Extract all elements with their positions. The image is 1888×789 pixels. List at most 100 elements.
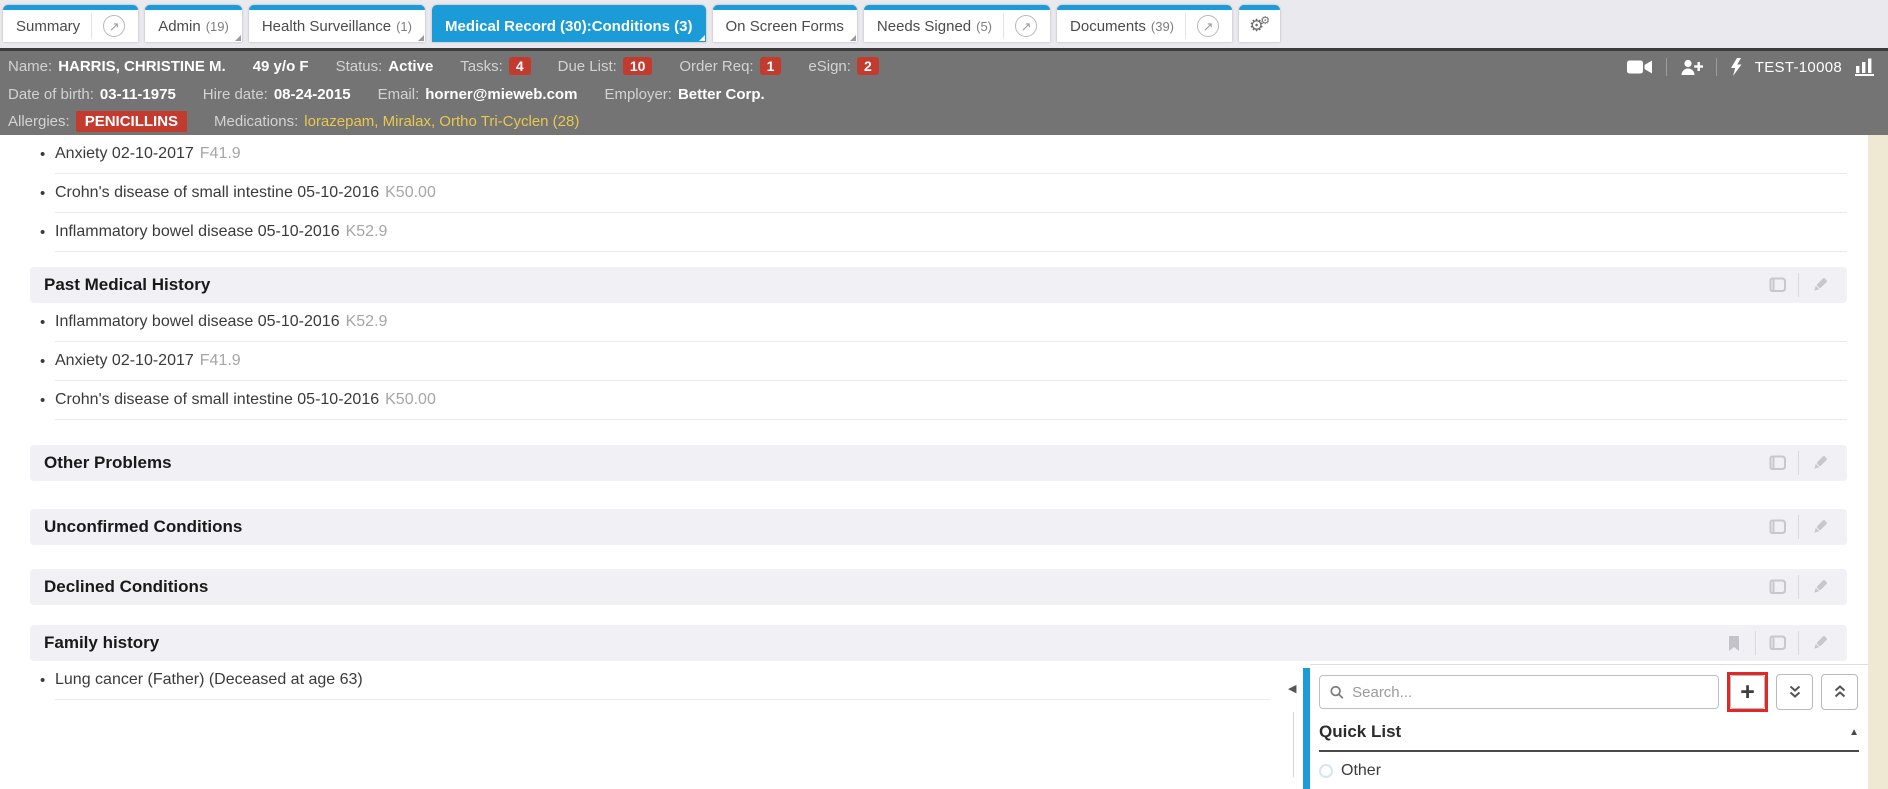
tab-dropdown-fold-icon [235, 35, 241, 41]
tab-divider [1185, 13, 1186, 39]
condition-item: Anxiety 02-10-2017 F41.9 [55, 342, 1847, 381]
condition-code: K50.00 [385, 184, 436, 202]
esign-count-badge[interactable]: 2 [857, 57, 879, 75]
patient-email: horner@mieweb.com [425, 86, 577, 103]
tasks-label: Tasks: [460, 58, 503, 75]
tab-health-surveillance[interactable]: Health Surveillance (1) [249, 5, 425, 42]
edit-pencil-icon[interactable] [1799, 450, 1841, 476]
patient-name: HARRIS, CHRISTINE M. [58, 58, 226, 75]
due-list-count-badge[interactable]: 10 [623, 57, 653, 75]
condition-link[interactable]: Crohn's disease of small intestine 05-10… [55, 184, 379, 202]
condition-code: K52.9 [346, 313, 388, 331]
tab-documents[interactable]: Documents (39) ↗ [1057, 5, 1232, 42]
edit-pencil-icon[interactable] [1799, 514, 1841, 540]
encounters-book-icon[interactable] [1756, 450, 1798, 476]
video-call-icon[interactable] [1627, 59, 1653, 75]
due-list-label: Due List: [558, 58, 617, 75]
search-input[interactable] [1352, 684, 1708, 701]
tasks-count-badge[interactable]: 4 [509, 57, 531, 75]
active-conditions-list: Anxiety 02-10-2017 F41.9 Crohn's disease… [55, 135, 1847, 252]
patient-age-sex: 49 y/o F [253, 58, 309, 75]
flowsheet-chart-icon[interactable] [1855, 58, 1874, 76]
add-condition-button[interactable]: + [1730, 675, 1765, 709]
tab-dropdown-fold-icon [850, 35, 856, 41]
condition-code: K50.00 [385, 391, 436, 409]
panel-collapse-left-icon[interactable]: ◀ [1288, 682, 1296, 695]
tab-health-surveillance-label: Health Surveillance [262, 18, 391, 35]
tab-dropdown-fold-icon [699, 35, 705, 41]
section-family-history: Family history [30, 625, 1847, 661]
condition-item: Crohn's disease of small intestine 05-10… [55, 174, 1847, 213]
tab-needs-signed[interactable]: Needs Signed (5) ↗ [864, 5, 1050, 42]
tab-count: (1) [396, 19, 412, 34]
tab-admin[interactable]: Admin (19) [145, 5, 242, 42]
tab-count: (5) [976, 19, 992, 34]
condition-code: F41.9 [200, 352, 241, 370]
condition-code: F41.9 [200, 145, 241, 163]
condition-link[interactable]: Anxiety 02-10-2017 [55, 145, 194, 163]
section-title: Family history [44, 633, 159, 653]
patient-header-bar: Name: HARRIS, CHRISTINE M. 49 y/o F Stat… [0, 51, 1888, 135]
tab-on-screen-forms[interactable]: On Screen Forms [713, 5, 857, 42]
lightning-icon[interactable] [1730, 58, 1742, 76]
order-req-count-badge[interactable]: 1 [760, 57, 782, 75]
family-history-item: Lung cancer (Father) (Deceased at age 63… [55, 661, 1270, 700]
add-user-icon[interactable] [1680, 59, 1703, 76]
encounters-book-icon[interactable] [1756, 630, 1798, 656]
encounters-book-icon[interactable] [1756, 272, 1798, 298]
section-past-medical-history: Past Medical History [30, 267, 1847, 303]
condition-code: K52.9 [346, 223, 388, 241]
condition-link[interactable]: Inflammatory bowel disease 05-10-2016 [55, 223, 340, 241]
condition-link[interactable]: Lung cancer (Father) (Deceased at age 63… [55, 671, 363, 689]
section-title: Other Problems [44, 453, 172, 473]
medications-links[interactable]: lorazepam, Miralax, Ortho Tri-Cyclen (28… [304, 113, 579, 130]
side-strip [1868, 135, 1888, 789]
radio-icon[interactable] [1319, 764, 1333, 778]
tab-on-screen-forms-label: On Screen Forms [726, 18, 844, 35]
tab-needs-signed-label: Needs Signed [877, 18, 971, 35]
divider [1716, 58, 1717, 76]
divider [1666, 58, 1667, 76]
tab-admin-label: Admin [158, 18, 201, 35]
search-icon [1330, 685, 1344, 700]
encounters-book-icon[interactable] [1756, 514, 1798, 540]
tab-divider [91, 13, 92, 39]
tab-summary[interactable]: Summary ↗ [3, 5, 138, 42]
popout-icon[interactable]: ↗ [1015, 15, 1037, 37]
collapse-triangle-icon[interactable]: ▲ [1849, 727, 1859, 738]
condition-link[interactable]: Anxiety 02-10-2017 [55, 352, 194, 370]
condition-link[interactable]: Crohn's disease of small intestine 05-10… [55, 391, 379, 409]
panel-accent-bar [1303, 668, 1310, 789]
email-label: Email: [378, 86, 420, 103]
expand-all-chevron-down-icon[interactable] [1776, 674, 1813, 710]
popout-icon[interactable]: ↗ [1197, 15, 1219, 37]
popout-icon[interactable]: ↗ [103, 15, 125, 37]
section-unconfirmed-conditions: Unconfirmed Conditions [30, 509, 1847, 545]
tab-medical-record-conditions[interactable]: Medical Record (30):Conditions (3) [432, 5, 706, 42]
quick-list-title: Quick List [1319, 722, 1401, 742]
edit-pencil-icon[interactable] [1799, 574, 1841, 600]
condition-item: Anxiety 02-10-2017 F41.9 [55, 135, 1847, 174]
section-title: Declined Conditions [44, 577, 208, 597]
condition-link[interactable]: Inflammatory bowel disease 05-10-2016 [55, 313, 340, 331]
quick-list-header[interactable]: Quick List ▲ [1319, 722, 1859, 752]
edit-pencil-icon[interactable] [1799, 630, 1841, 656]
edit-pencil-icon[interactable] [1799, 272, 1841, 298]
tab-settings[interactable]: ⚙ ⚙ [1239, 5, 1280, 42]
condition-search-box [1319, 675, 1719, 709]
tab-summary-label: Summary [16, 18, 80, 35]
collapse-all-chevron-up-icon[interactable] [1821, 674, 1858, 710]
tab-count: (19) [206, 19, 229, 34]
patient-id: TEST-10008 [1755, 59, 1842, 76]
condition-item: Inflammatory bowel disease 05-10-2016 K5… [55, 303, 1847, 342]
past-medical-history-list: Inflammatory bowel disease 05-10-2016 K5… [55, 303, 1847, 420]
quick-list-item-label: Other [1341, 762, 1381, 780]
encounters-book-icon[interactable] [1756, 574, 1798, 600]
allergy-badge[interactable]: PENICILLINS [76, 111, 187, 132]
bookmark-icon[interactable] [1713, 630, 1755, 656]
quick-list-item-other[interactable]: Other [1319, 752, 1859, 789]
tab-bar: Summary ↗ Admin (19) Health Surveillance… [0, 0, 1888, 51]
section-declined-conditions: Declined Conditions [30, 569, 1847, 605]
esign-label: eSign: [808, 58, 851, 75]
gear-icon: ⚙ [1260, 14, 1270, 27]
